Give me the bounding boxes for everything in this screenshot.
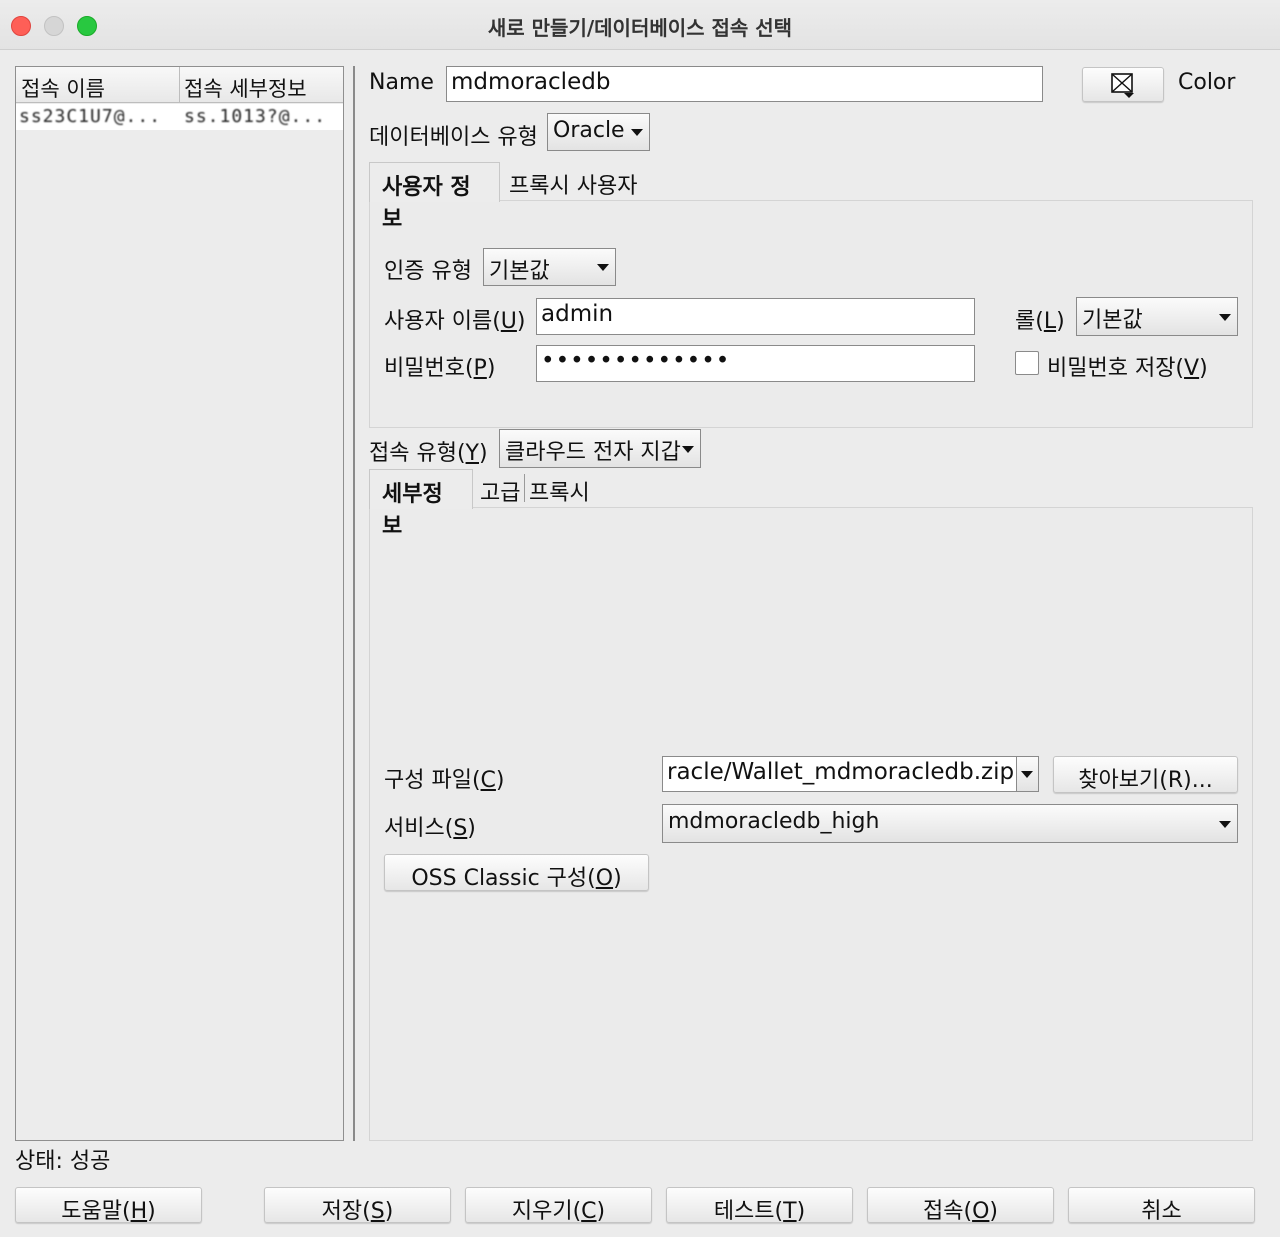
window-title: 새로 만들기/데이터베이스 접속 선택 xyxy=(487,16,793,40)
role-value: 기본값 xyxy=(1082,308,1143,333)
chevron-down-icon xyxy=(1219,313,1231,321)
name-label: Name xyxy=(369,70,434,95)
tab-details[interactable]: 세부정보 xyxy=(369,469,473,539)
connection-name-cell: ss23C1U7@... xyxy=(19,106,162,127)
config-file-dropdown-button[interactable] xyxy=(1016,756,1039,792)
color-picker-icon xyxy=(1111,73,1134,98)
connection-list-header: 접속 이름 접속 세부정보 xyxy=(16,67,343,103)
status-text: 상태: 성공 xyxy=(15,1149,111,1174)
username-input[interactable]: admin xyxy=(536,298,975,335)
service-label: 서비스(S) xyxy=(384,816,476,841)
connect-button[interactable]: 접속(O) xyxy=(867,1187,1054,1224)
role-label: 롤(L) xyxy=(1015,309,1065,334)
service-value: mdmoracledb_high xyxy=(668,809,880,834)
auth-type-label: 인증 유형 xyxy=(384,259,472,284)
save-password-checkbox[interactable] xyxy=(1015,351,1039,375)
save-button[interactable]: 저장(S) xyxy=(264,1187,451,1224)
test-button[interactable]: 테스트(T) xyxy=(666,1187,853,1224)
connection-row[interactable]: ss23C1U7@... ss.1013?@... xyxy=(16,104,343,130)
column-divider[interactable] xyxy=(179,67,180,103)
tab-proxy-user[interactable]: 프록시 사용자 xyxy=(509,162,637,200)
chevron-down-icon xyxy=(682,445,694,453)
database-type-value: Oracle xyxy=(553,118,625,143)
oss-classic-config-button[interactable]: OSS Classic 구성(O) xyxy=(384,854,649,891)
role-select[interactable]: 기본값 xyxy=(1076,297,1238,336)
config-file-label: 구성 파일(C) xyxy=(384,768,505,793)
tab-advanced[interactable]: 고급 xyxy=(480,469,520,507)
connection-list[interactable]: 접속 이름 접속 세부정보 ss23C1U7@... ss.1013?@... xyxy=(15,66,344,1141)
tab-user-info[interactable]: 사용자 정보 xyxy=(369,162,500,232)
split-pane-divider[interactable] xyxy=(353,66,355,1141)
tab-proxy[interactable]: 프록시 xyxy=(529,469,590,507)
database-type-select[interactable]: Oracle xyxy=(547,113,650,151)
browse-button[interactable]: 찾아보기(R)... xyxy=(1053,756,1238,793)
color-label: Color xyxy=(1178,70,1236,95)
config-file-input[interactable]: racle/Wallet_mdmoracledb.zip xyxy=(662,756,1017,792)
tab-divider xyxy=(524,474,525,502)
service-select[interactable]: mdmoracledb_high xyxy=(662,804,1238,843)
title-bar: 새로 만들기/데이터베이스 접속 선택 xyxy=(0,0,1280,50)
column-header-connection-name[interactable]: 접속 이름 xyxy=(21,73,105,103)
save-password-label: 비밀번호 저장(V) xyxy=(1047,356,1208,381)
clear-button[interactable]: 지우기(C) xyxy=(465,1187,652,1224)
chevron-down-icon xyxy=(1021,771,1033,778)
help-button[interactable]: 도움말(H) xyxy=(15,1187,202,1224)
connection-type-select[interactable]: 클라우드 전자 지갑 xyxy=(499,429,701,468)
chevron-down-icon xyxy=(631,129,643,136)
database-type-label: 데이터베이스 유형 xyxy=(369,125,538,150)
color-picker-button[interactable] xyxy=(1082,67,1164,102)
cancel-button[interactable]: 취소 xyxy=(1068,1187,1255,1224)
chevron-down-icon xyxy=(597,264,609,271)
connection-type-value: 클라우드 전자 지갑 xyxy=(505,440,681,465)
column-header-connection-details[interactable]: 접속 세부정보 xyxy=(184,73,307,103)
username-label: 사용자 이름(U) xyxy=(384,309,526,334)
password-input[interactable]: ••••••••••••• xyxy=(536,345,975,382)
connection-name-input[interactable]: mdmoracledb xyxy=(446,66,1043,102)
chevron-down-icon xyxy=(1219,820,1231,828)
password-label: 비밀번호(P) xyxy=(384,356,496,381)
connection-details-cell: ss.1013?@... xyxy=(184,106,327,127)
auth-type-value: 기본값 xyxy=(489,259,550,284)
auth-type-select[interactable]: 기본값 xyxy=(483,248,616,286)
connection-type-label: 접속 유형(Y) xyxy=(369,441,488,466)
